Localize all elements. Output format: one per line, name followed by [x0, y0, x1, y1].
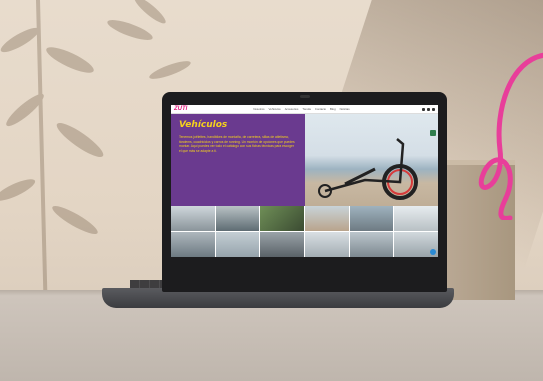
gallery-item[interactable]	[394, 206, 438, 231]
user-icon[interactable]	[432, 107, 435, 111]
pink-squiggle-decoration	[478, 52, 543, 220]
gallery-item[interactable]	[305, 232, 349, 257]
hero-image-handbike	[305, 114, 438, 206]
handbike-illustration	[318, 138, 418, 200]
gallery-item[interactable]	[171, 232, 215, 257]
gallery-item[interactable]	[215, 206, 260, 231]
gallery-item[interactable]	[171, 206, 215, 231]
gallery-item[interactable]	[305, 206, 349, 231]
gallery-item[interactable]	[394, 232, 438, 257]
menu-item-tienda[interactable]: Tienda	[302, 107, 310, 111]
menu-item-noticias[interactable]: Noticias	[340, 107, 350, 111]
gallery-item[interactable]	[215, 232, 260, 257]
site-menu: Nosotros Vehículos Accesorios Tienda Con…	[253, 107, 349, 111]
camera-icon	[300, 95, 310, 98]
hero-description: Tenemos joëlettes, handbikes de montaña,…	[179, 135, 295, 153]
gallery-item[interactable]	[260, 232, 304, 257]
search-icon[interactable]	[422, 107, 425, 111]
hero-title: Vehículos	[179, 120, 228, 130]
gallery-item[interactable]	[349, 206, 394, 231]
site-logo[interactable]: ZUTI	[174, 106, 187, 112]
gallery-item[interactable]	[349, 232, 394, 257]
laptop-lid: ZUTI Nosotros Vehículos Accesorios Tiend…	[162, 92, 447, 292]
menu-item-vehiculos[interactable]: Vehículos	[269, 107, 281, 111]
cart-icon[interactable]	[427, 107, 430, 111]
vehicle-gallery	[171, 206, 438, 257]
menu-item-nosotros[interactable]: Nosotros	[253, 107, 264, 111]
laptop-screen: ZUTI Nosotros Vehículos Accesorios Tiend…	[171, 105, 438, 257]
hero-section: Vehículos Tenemos joëlettes, handbikes d…	[171, 114, 438, 206]
product-photo-scene: ZUTI Nosotros Vehículos Accesorios Tiend…	[0, 0, 543, 381]
chat-icon[interactable]	[430, 130, 436, 136]
menu-item-blog[interactable]: Blog	[330, 107, 336, 111]
website-nav: ZUTI Nosotros Vehículos Accesorios Tiend…	[171, 105, 438, 114]
messenger-icon[interactable]	[430, 249, 436, 255]
gallery-item[interactable]	[260, 206, 304, 231]
menu-item-contacto[interactable]: Contacto	[315, 107, 326, 111]
hero-text-panel: Vehículos Tenemos joëlettes, handbikes d…	[171, 114, 305, 206]
nav-icons	[422, 107, 435, 111]
menu-item-accesorios[interactable]: Accesorios	[285, 107, 299, 111]
